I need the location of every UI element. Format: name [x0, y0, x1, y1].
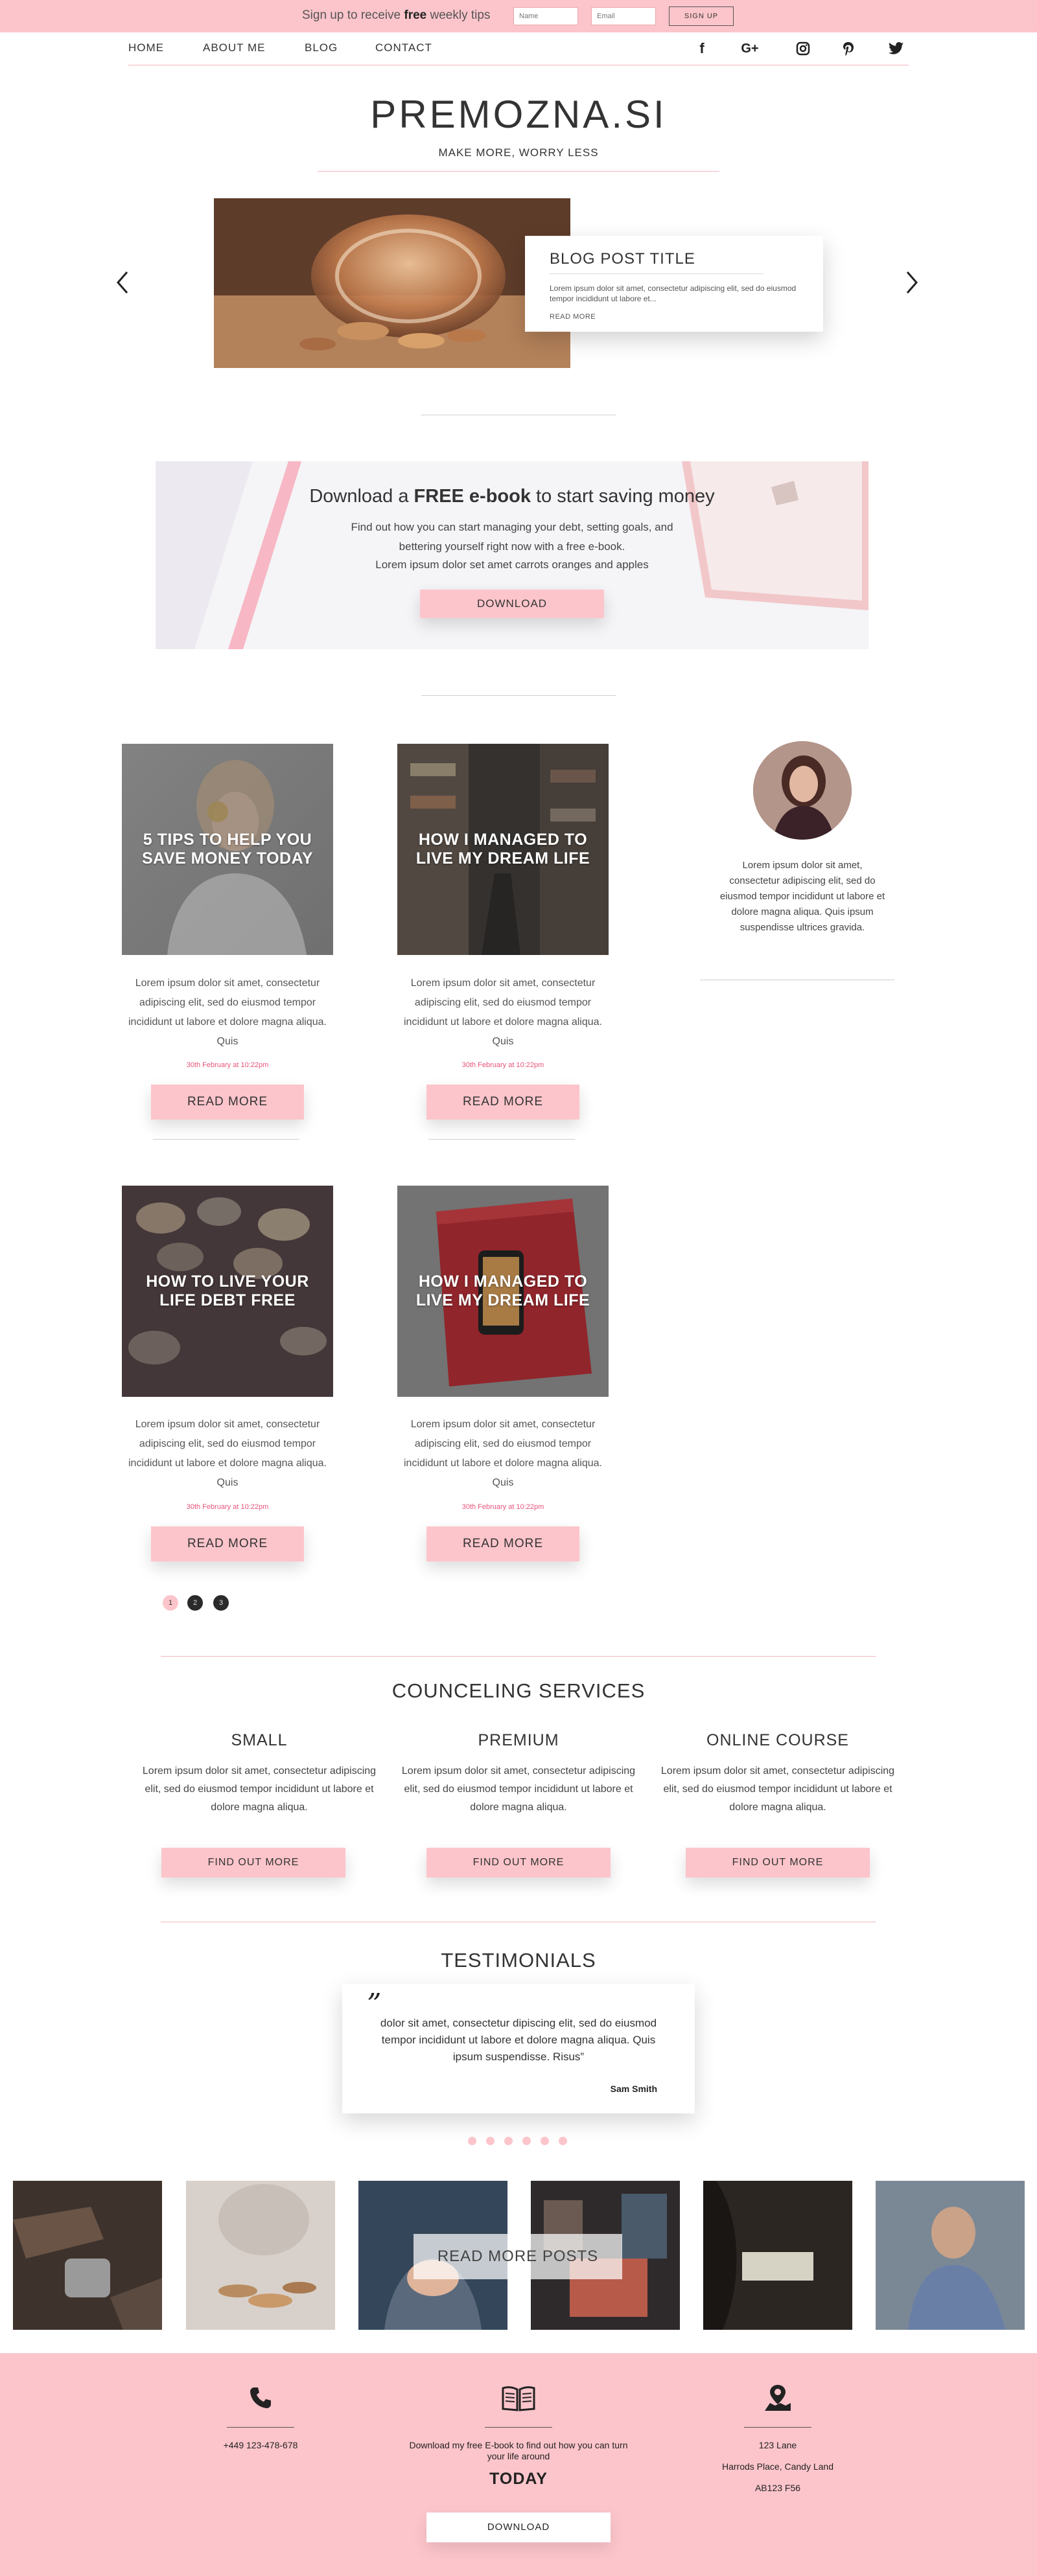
post-title[interactable]: HOW I MANAGED TO LIVE MY DREAM LIFE — [397, 831, 609, 868]
testimonial-text: dolor sit amet, consectetur dipiscing el… — [380, 2017, 657, 2063]
post-date: 30th February at 10:22pm — [186, 1503, 269, 1511]
post-image[interactable]: HOW I MANAGED TO LIVE MY DREAM LIFE — [397, 1186, 609, 1397]
post-image[interactable]: HOW I MANAGED TO LIVE MY DREAM LIFE — [397, 744, 609, 955]
signup-text: Sign up to receive free weekly tips — [302, 8, 491, 22]
post-divider — [428, 1139, 575, 1140]
instagram-photo[interactable] — [13, 2181, 162, 2330]
footer-divider — [227, 2427, 294, 2428]
signup-name-input[interactable] — [513, 7, 578, 25]
footer-address-line: Harrods Place, Candy Land — [722, 2461, 833, 2472]
footer-download-button[interactable]: DOWNLOAD — [426, 2513, 611, 2542]
slider-image[interactable] — [214, 198, 570, 368]
post-image[interactable]: HOW TO LIVE YOUR LIFE DEBT FREE — [122, 1186, 333, 1397]
twitter-icon[interactable] — [885, 38, 907, 60]
footer-address-line: 123 Lane — [758, 2440, 797, 2450]
post-date: 30th February at 10:22pm — [461, 1061, 544, 1069]
slide-excerpt: Lorem ipsum dolor sit amet, consectetur … — [550, 284, 797, 303]
services-divider — [161, 1656, 876, 1657]
slide-title-divider — [550, 273, 763, 274]
read-more-button[interactable]: READ MORE — [426, 1526, 579, 1561]
ebook-line: bettering yourself right now with a free… — [399, 540, 625, 553]
ebook-line: Find out how you can start managing your… — [351, 521, 673, 533]
ebook-divider — [421, 695, 616, 696]
service-name: PREMIUM — [478, 1731, 559, 1749]
footer-ebook-text: Download my free E-book to find out how … — [409, 2440, 628, 2461]
post-title[interactable]: 5 TIPS TO HELP YOU SAVE MONEY TODAY — [122, 831, 333, 868]
testimonial-dot[interactable] — [522, 2137, 531, 2145]
post-excerpt: Lorem ipsum dolor sit amet, consectetur … — [128, 1419, 327, 1488]
testimonial-dot[interactable] — [504, 2137, 513, 2145]
post-excerpt: Lorem ipsum dolor sit amet, consectetur … — [404, 1419, 602, 1488]
site-title[interactable]: PREMOZNA.SI — [0, 92, 1037, 137]
signup-button[interactable]: SIGN UP — [669, 6, 734, 26]
find-out-more-button[interactable]: FIND OUT MORE — [686, 1848, 870, 1878]
page-1-button[interactable]: 1 — [163, 1595, 178, 1611]
services-heading: COUNCELING SERVICES — [391, 1679, 646, 1702]
post-date: 30th February at 10:22pm — [461, 1503, 544, 1511]
nav-blog[interactable]: BLOG — [305, 41, 338, 54]
slider-prev-arrow[interactable] — [115, 270, 130, 302]
author-bio: Lorem ipsum dolor sit amet, consectetur … — [719, 860, 885, 933]
footer-address-line: AB123 F56 — [754, 2483, 801, 2493]
post-divider — [153, 1139, 299, 1140]
footer-divider — [485, 2427, 552, 2428]
testimonial-dot[interactable] — [541, 2137, 549, 2145]
instagram-photo[interactable] — [703, 2181, 852, 2330]
footer-divider — [744, 2427, 811, 2428]
footer-today: TODAY — [489, 2470, 548, 2488]
ebook-banner: Download a FREE e-book to start saving m… — [156, 461, 868, 649]
post-date: 30th February at 10:22pm — [186, 1061, 269, 1069]
pinterest-icon[interactable] — [837, 38, 859, 60]
book-icon — [499, 2382, 538, 2414]
read-more-button[interactable]: READ MORE — [151, 1526, 304, 1561]
author-avatar[interactable] — [753, 741, 852, 840]
testimonials-heading: TESTIMONIALS — [441, 1949, 596, 1972]
instagram-icon[interactable] — [792, 38, 814, 60]
find-out-more-button[interactable]: FIND OUT MORE — [161, 1848, 345, 1878]
slider-card: BLOG POST TITLE Lorem ipsum dolor sit am… — [525, 236, 823, 332]
ebook-line: Lorem ipsum dolor set amet carrots orang… — [375, 558, 649, 571]
service-description: Lorem ipsum dolor sit amet, consectetur … — [142, 1765, 377, 1813]
page-2-button[interactable]: 2 — [187, 1595, 203, 1611]
phone-icon — [241, 2382, 280, 2414]
ebook-download-button[interactable]: DOWNLOAD — [420, 590, 604, 618]
read-more-button[interactable]: READ MORE — [151, 1085, 304, 1120]
read-more-button[interactable]: READ MORE — [426, 1085, 579, 1120]
facebook-icon[interactable]: f — [691, 38, 713, 60]
header-divider — [318, 171, 719, 172]
testimonial-dot[interactable] — [559, 2137, 567, 2145]
post-image[interactable]: 5 TIPS TO HELP YOU SAVE MONEY TODAY — [122, 744, 333, 955]
slide-title[interactable]: BLOG POST TITLE — [550, 250, 798, 268]
slide-read-more-link[interactable]: READ MORE — [550, 313, 798, 321]
testimonial-author: Sam Smith — [610, 2084, 657, 2094]
find-out-more-button[interactable]: FIND OUT MORE — [426, 1848, 611, 1878]
page-3-button[interactable]: 3 — [213, 1595, 229, 1611]
read-more-posts-button[interactable]: READ MORE POSTS — [414, 2234, 622, 2279]
testimonial-dot[interactable] — [468, 2137, 476, 2145]
post-excerpt: Lorem ipsum dolor sit amet, consectetur … — [128, 978, 327, 1047]
service-name: ONLINE COURSE — [706, 1731, 849, 1749]
service-name: SMALL — [231, 1731, 288, 1749]
signup-email-input[interactable] — [591, 7, 656, 25]
nav-home[interactable]: HOME — [128, 41, 164, 54]
service-description: Lorem ipsum dolor sit amet, consectetur … — [660, 1765, 895, 1813]
ebook-title: Download a FREE e-book to start saving m… — [309, 486, 715, 507]
instagram-photo[interactable] — [186, 2181, 335, 2330]
slider-next-arrow[interactable] — [905, 270, 919, 302]
post-title[interactable]: HOW TO LIVE YOUR LIFE DEBT FREE — [122, 1272, 333, 1310]
service-description: Lorem ipsum dolor sit amet, consectetur … — [401, 1765, 636, 1813]
signup-bar: Sign up to receive free weekly tips SIGN… — [0, 0, 1037, 32]
post-excerpt: Lorem ipsum dolor sit amet, consectetur … — [404, 978, 602, 1047]
post-title[interactable]: HOW I MANAGED TO LIVE MY DREAM LIFE — [397, 1272, 609, 1310]
nav-about-me[interactable]: ABOUT ME — [203, 41, 265, 54]
google-plus-icon[interactable]: G+ — [739, 38, 761, 60]
instagram-photo[interactable] — [876, 2181, 1025, 2330]
testimonial-dot[interactable] — [486, 2137, 495, 2145]
site-tagline: MAKE MORE, WORRY LESS — [438, 146, 599, 159]
testimonial-card: ” dolor sit amet, consectetur dipiscing … — [342, 1984, 695, 2113]
map-pin-icon — [758, 2382, 797, 2414]
nav-contact[interactable]: CONTACT — [375, 41, 432, 54]
footer-phone[interactable]: +449 123-478-678 — [175, 2440, 346, 2451]
